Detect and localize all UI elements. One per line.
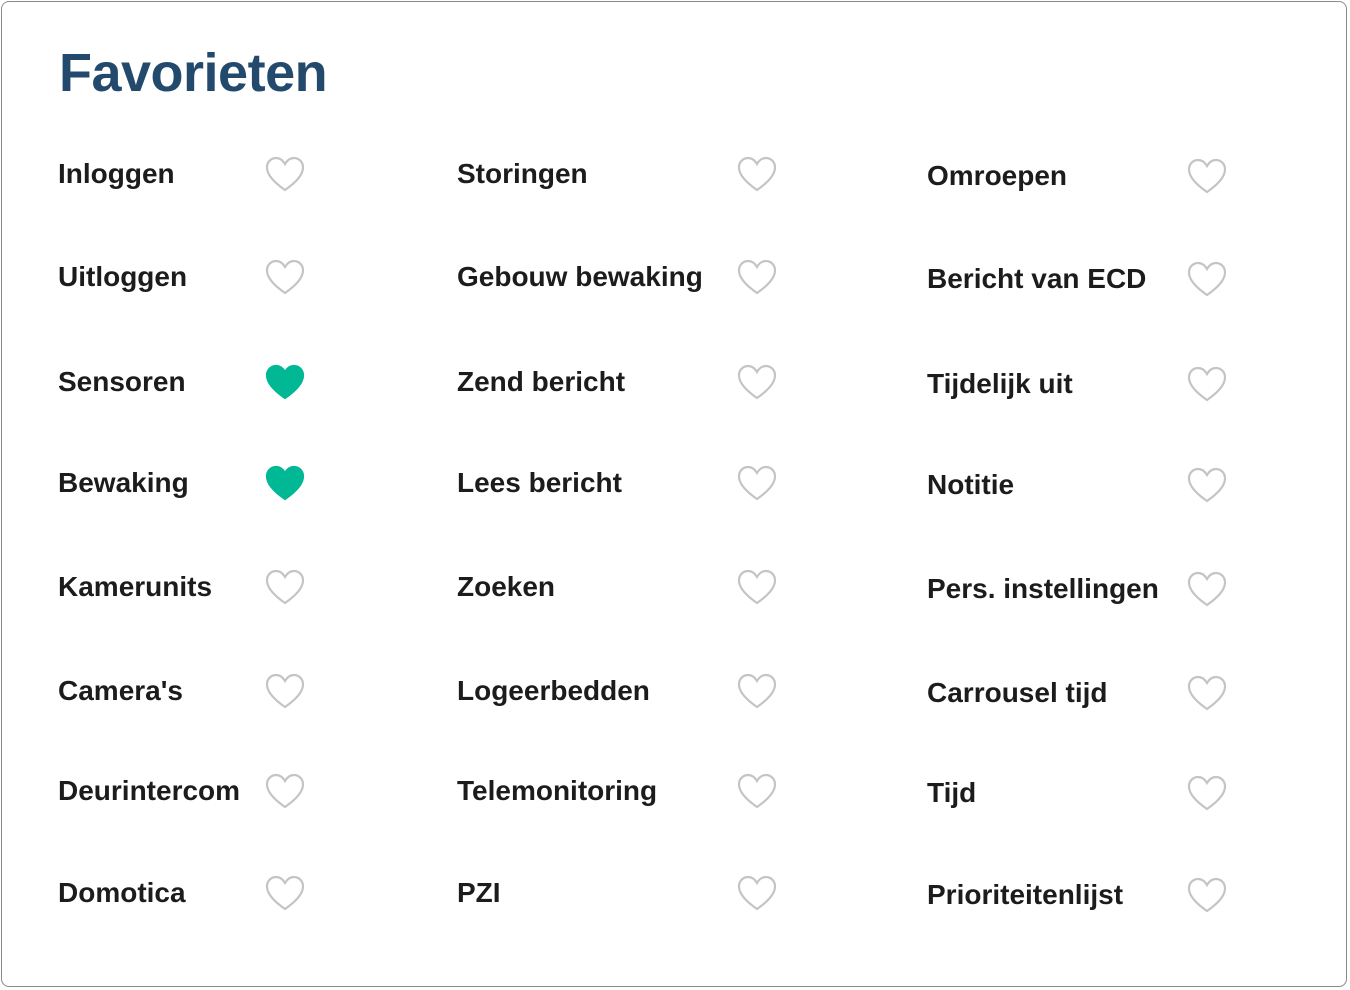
favorite-item-label: Pers. instellingen (927, 573, 1159, 604)
favorite-item: Camera's (58, 661, 306, 721)
favorite-item-label: Telemonitoring (457, 775, 658, 806)
favorite-item: Lees bericht (457, 453, 778, 513)
favorite-item: Inloggen (58, 144, 306, 204)
favorite-item: Carrousel tijd (927, 663, 1228, 723)
heart-outline-icon[interactable] (264, 872, 306, 914)
favorite-item: Zoeken (457, 557, 778, 617)
heart-outline-icon[interactable] (264, 770, 306, 812)
heart-outline-icon[interactable] (736, 670, 778, 712)
heart-outline-icon[interactable] (736, 872, 778, 914)
heart-outline-icon[interactable] (264, 566, 306, 608)
favorite-item-label: Lees bericht (457, 467, 622, 498)
heart-outline-icon[interactable] (736, 770, 778, 812)
favorite-item-label: Carrousel tijd (927, 677, 1108, 708)
favorite-item: Bewaking (58, 453, 306, 513)
heart-outline-icon[interactable] (1186, 568, 1228, 610)
favorite-item: Telemonitoring (457, 761, 778, 821)
heart-outline-icon[interactable] (1186, 874, 1228, 916)
favorite-item: Omroepen (927, 146, 1228, 206)
heart-outline-icon[interactable] (264, 670, 306, 712)
favorite-item: Tijdelijk uit (927, 354, 1228, 414)
favorite-item-label: Uitloggen (58, 261, 188, 292)
favorite-item-label: Zoeken (457, 571, 556, 602)
heart-outline-icon[interactable] (264, 256, 306, 298)
heart-outline-icon[interactable] (1186, 258, 1228, 300)
favorites-panel: Favorieten Inloggen Uitloggen Sensoren Bewa… (1, 1, 1347, 987)
favorite-item: Storingen (457, 144, 778, 204)
favorite-item: Tijd (927, 763, 1228, 823)
favorite-item: Pers. instellingen (927, 559, 1228, 619)
favorite-item: PZI (457, 863, 778, 923)
heart-outline-icon[interactable] (1186, 155, 1228, 197)
favorite-item-label: Domotica (58, 877, 186, 908)
favorite-item: Sensoren (58, 352, 306, 412)
heart-outline-icon[interactable] (1186, 363, 1228, 405)
heart-outline-icon[interactable] (736, 462, 778, 504)
heart-outline-icon[interactable] (1186, 672, 1228, 714)
favorite-item: Kamerunits (58, 557, 306, 617)
heart-outline-icon[interactable] (1186, 772, 1228, 814)
favorite-item: Prioriteitenlijst (927, 865, 1228, 925)
favorite-item: Logeerbedden (457, 661, 778, 721)
favorite-item-label: Inloggen (58, 158, 175, 189)
favorite-item-label: Gebouw bewaking (457, 261, 703, 292)
favorite-item: Domotica (58, 863, 306, 923)
heart-outline-icon[interactable] (736, 153, 778, 195)
heart-outline-icon[interactable] (736, 256, 778, 298)
favorite-item: Gebouw bewaking (457, 247, 778, 307)
heart-outline-icon[interactable] (736, 361, 778, 403)
favorite-item-label: Camera's (58, 675, 183, 706)
heart-filled-icon[interactable] (264, 361, 306, 403)
favorite-item-label: Tijd (927, 777, 977, 808)
heart-filled-icon[interactable] (264, 462, 306, 504)
favorite-item-label: Storingen (457, 158, 588, 189)
favorite-item: Uitloggen (58, 247, 306, 307)
favorite-item-label: Prioriteitenlijst (927, 879, 1124, 910)
favorite-item-label: Bewaking (58, 467, 189, 498)
heart-outline-icon[interactable] (264, 153, 306, 195)
favorite-item-label: Sensoren (58, 366, 186, 397)
page-title: Favorieten (59, 43, 328, 103)
favorite-item: Zend bericht (457, 352, 778, 412)
favorite-item-label: Bericht van ECD (927, 263, 1147, 294)
favorite-item: Bericht van ECD (927, 249, 1228, 309)
heart-outline-icon[interactable] (1186, 464, 1228, 506)
favorite-item-label: PZI (457, 877, 501, 908)
heart-outline-icon[interactable] (736, 566, 778, 608)
favorite-item-label: Logeerbedden (457, 675, 650, 706)
favorite-item: Notitie (927, 455, 1228, 515)
favorite-item-label: Zend bericht (457, 366, 626, 397)
favorite-item-label: Tijdelijk uit (927, 368, 1073, 399)
favorite-item-label: Notitie (927, 469, 1015, 500)
favorite-item-label: Deurintercom (58, 775, 241, 806)
favorite-item: Deurintercom (58, 761, 306, 821)
favorite-item-label: Kamerunits (58, 571, 213, 602)
favorite-item-label: Omroepen (927, 160, 1068, 191)
